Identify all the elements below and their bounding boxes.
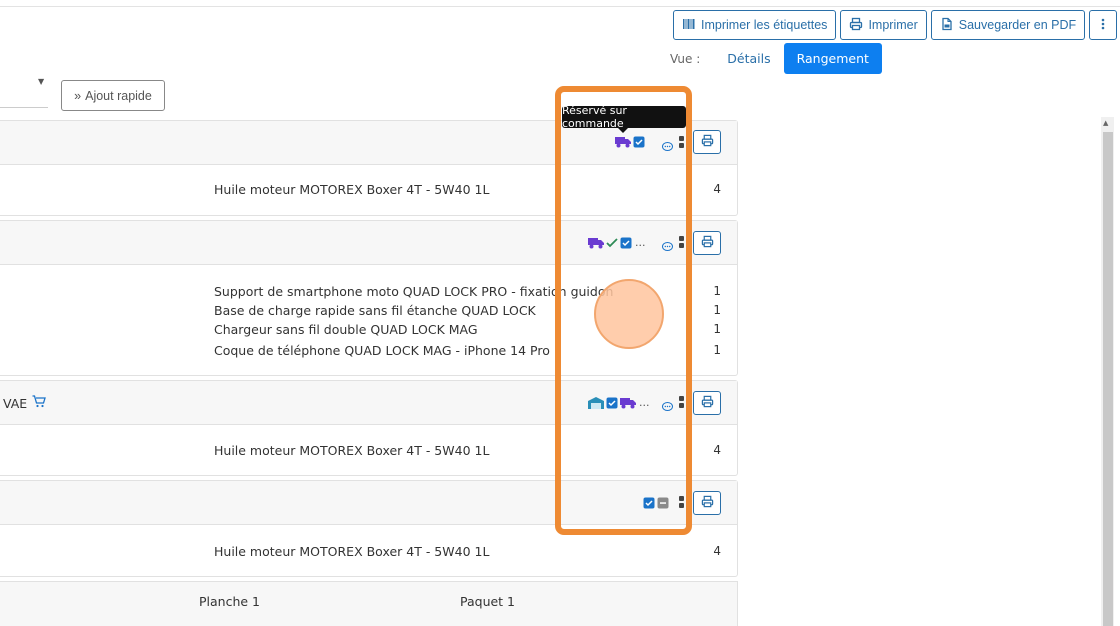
pdf-file-icon (940, 17, 954, 34)
order-print-button[interactable] (693, 231, 721, 255)
toolbar: Imprimer les étiquettes Imprimer Sauvega… (673, 10, 1118, 40)
tab-details[interactable]: Détails (714, 43, 783, 74)
product-name: Coque de téléphone QUAD LOCK MAG - iPhon… (214, 343, 550, 358)
product-name: Huile moteur MOTOREX Boxer 4T - 5W40 1L (214, 443, 490, 458)
scrollbar-thumb[interactable] (1103, 132, 1113, 626)
order-print-button[interactable] (693, 130, 721, 154)
column-planche: Planche 1 (199, 594, 261, 609)
product-qty: 4 (713, 443, 721, 457)
column-paquet: Paquet 1 (460, 594, 516, 609)
product-qty: 1 (713, 303, 721, 317)
view-label: Vue : (670, 51, 701, 66)
select-field[interactable] (0, 107, 48, 108)
product-name: Base de charge rapide sans fil étanche Q… (214, 303, 536, 318)
vertical-dots-icon (1096, 17, 1110, 34)
product-qty: 1 (713, 284, 721, 298)
product-qty: 4 (713, 544, 721, 558)
more-options-button[interactable] (1089, 10, 1118, 40)
double-chevron-right-icon: » (74, 88, 82, 103)
quick-add-button[interactable]: » Ajout rapide (61, 80, 165, 111)
order-head-label: VAE (3, 395, 47, 411)
barcode-icon (682, 17, 696, 34)
scroll-up-arrow-icon[interactable]: ▲ (1103, 119, 1108, 127)
storage-header-row: Planche 1 Paquet 1 (0, 581, 738, 626)
printer-icon (701, 395, 714, 411)
cursor-indicator (594, 279, 664, 349)
product-name: Huile moteur MOTOREX Boxer 4T - 5W40 1L (214, 544, 490, 559)
print-labels-label: Imprimer les étiquettes (701, 18, 828, 32)
printer-icon (701, 495, 714, 511)
save-pdf-button[interactable]: Sauvegarder en PDF (930, 10, 1086, 40)
cart-icon[interactable] (32, 395, 47, 411)
print-labels-button[interactable]: Imprimer les étiquettes (673, 10, 837, 40)
printer-icon (701, 134, 714, 150)
product-qty: 4 (713, 182, 721, 196)
product-name: Support de smartphone moto QUAD LOCK PRO… (214, 284, 614, 299)
order-type-label: VAE (3, 395, 28, 411)
printer-icon (849, 17, 863, 34)
view-switch: Vue : Détails Rangement (670, 43, 882, 74)
print-button[interactable]: Imprimer (840, 10, 927, 40)
save-pdf-label: Sauvegarder en PDF (958, 18, 1077, 32)
product-name: Chargeur sans fil double QUAD LOCK MAG (214, 322, 478, 337)
product-name: Huile moteur MOTOREX Boxer 4T - 5W40 1L (214, 182, 490, 197)
quick-add-label: Ajout rapide (85, 88, 152, 103)
caret-down-icon[interactable]: ▼ (38, 77, 44, 86)
order-print-button[interactable] (693, 491, 721, 515)
tab-rangement[interactable]: Rangement (783, 43, 882, 74)
product-qty: 1 (713, 343, 721, 357)
order-print-button[interactable] (693, 391, 721, 415)
print-label: Imprimer (868, 18, 918, 32)
product-qty: 1 (713, 322, 721, 336)
printer-icon (701, 235, 714, 251)
top-divider (0, 6, 1120, 7)
